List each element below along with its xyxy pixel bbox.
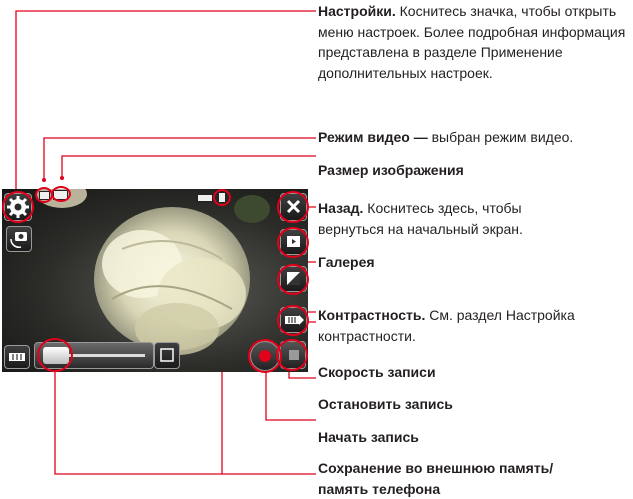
callout-circle-back — [277, 191, 309, 223]
annotation-back: Назад. Коснитесь здесь, чтобы вернуться … — [318, 198, 588, 239]
memory-icon — [197, 194, 213, 202]
zoom-button[interactable] — [154, 342, 180, 369]
annotation-title: Галерея — [318, 254, 375, 270]
annotation-video-mode: Режим видео — выбран режим видео. — [318, 127, 630, 148]
callout-circle-contrast — [277, 264, 309, 295]
callout-circle-stop — [276, 339, 308, 371]
annotation-title: Режим видео — — [318, 129, 428, 145]
annotation-title: Скорость записи — [318, 364, 436, 380]
annotation-start: Начать запись — [318, 427, 630, 448]
callout-circle-settings — [2, 191, 34, 223]
annotation-storage: Сохранение во внешнюю память/ память тел… — [318, 458, 588, 499]
speed-small-button[interactable] — [4, 345, 30, 369]
annotation-title: Остановить запись — [318, 396, 453, 412]
callout-circle-zoom — [37, 338, 73, 372]
camera-switch-icon — [10, 232, 27, 248]
annotation-gallery: Галерея — [318, 252, 630, 273]
zoom-track — [65, 354, 145, 357]
annotation-rec-speed: Скорость записи — [318, 362, 630, 383]
annotation-title: Размер изображения — [318, 162, 464, 178]
callout-circle-gallery — [277, 227, 309, 258]
annotation-stop: Остановить запись — [318, 394, 630, 415]
annotation-contrast: Контрастность. См. раздел Настройка конт… — [318, 305, 630, 346]
callout-circle-size — [51, 186, 71, 202]
annotation-image-size: Размер изображения — [318, 160, 630, 181]
callout-circle-speed — [277, 305, 309, 336]
annotation-title: Контрастность. — [318, 307, 426, 323]
rec-speed-small-icon — [9, 353, 25, 361]
annotation-text: выбран режим видео. — [427, 129, 574, 145]
camera-switch-button[interactable] — [6, 226, 32, 252]
zoom-icon — [160, 348, 174, 362]
annotation-settings: Настройки. Коснитесь значка, чтобы откры… — [318, 1, 630, 83]
annotation-title: Назад. — [318, 200, 364, 216]
callout-circle-memory — [213, 189, 231, 206]
annotation-title: Настройки. — [318, 3, 396, 19]
annotation-title: Начать запись — [318, 429, 419, 445]
annotation-title: Сохранение во внешнюю память/ память тел… — [318, 460, 554, 497]
